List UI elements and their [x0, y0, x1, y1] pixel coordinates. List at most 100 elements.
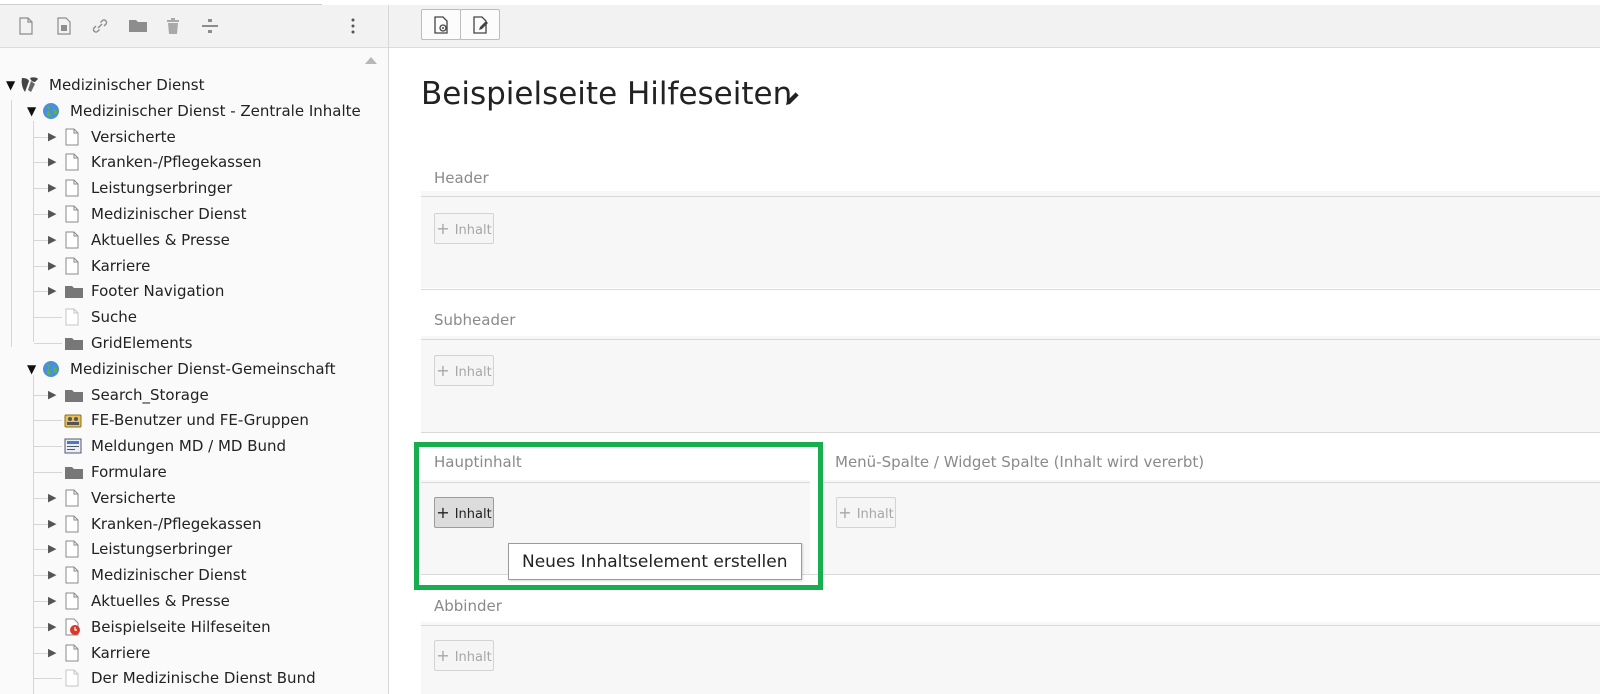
tree-item[interactable]: ▶ Search_Storage	[0, 383, 370, 407]
page-icon	[64, 205, 80, 223]
expand-arrow-icon[interactable]: ▶	[48, 181, 58, 195]
edit-title-pencil-icon[interactable]	[784, 89, 802, 111]
subheader-add-content-button[interactable]: + Inhalt	[434, 355, 494, 386]
tree-line	[34, 343, 62, 344]
tree-item[interactable]: ▶ Aktuelles & Presse	[0, 589, 370, 613]
expand-arrow-icon[interactable]: ▶	[48, 207, 58, 221]
expand-arrow-icon[interactable]: ▶	[48, 233, 58, 247]
tree-line	[34, 678, 62, 680]
header-add-content-button[interactable]: + Inhalt	[434, 213, 494, 244]
typo3-logo-icon	[20, 76, 38, 94]
collapse-arrow-icon[interactable]: ▼	[27, 362, 37, 376]
tree-line	[34, 601, 48, 602]
tree-item[interactable]: ▼ Medizinischer Dienst	[0, 73, 370, 97]
tree-line	[34, 214, 48, 215]
tree-item[interactable]: GridElements	[0, 331, 370, 355]
tree-item[interactable]: Formulare	[0, 460, 370, 484]
tree-line	[34, 575, 48, 577]
tree-item[interactable]: ▶ Versicherte	[0, 486, 370, 510]
edit-page-icon	[473, 16, 488, 34]
more-icon[interactable]	[350, 17, 370, 37]
tree-item[interactable]: ▶ Versicherte	[0, 125, 370, 149]
expand-arrow-icon[interactable]: ▶	[48, 130, 58, 144]
tree-item-label: Formulare	[91, 463, 167, 481]
tree-item[interactable]: ▼ Medizinischer Dienst - Zentrale Inhalte	[0, 99, 370, 123]
collapse-arrow-icon[interactable]: ▼	[6, 78, 16, 92]
column-abbinder	[421, 622, 1600, 694]
tree-line	[34, 394, 48, 396]
expand-arrow-icon[interactable]: ▶	[48, 259, 58, 273]
expand-arrow-icon[interactable]: ▶	[48, 620, 58, 634]
tree-item[interactable]: ▶ Footer Navigation	[0, 279, 370, 303]
tree-item[interactable]: ▶ Kranken-/Pflegekassen	[0, 512, 370, 536]
tree-item-label: Medizinischer Dienst	[91, 205, 247, 223]
column-subheader	[421, 336, 1600, 432]
menu-add-content-button[interactable]: + Inhalt	[836, 497, 896, 528]
divider-icon[interactable]	[200, 17, 220, 37]
tree-line	[34, 291, 48, 293]
tree-line	[34, 239, 48, 241]
new-page-icon[interactable]	[18, 17, 38, 37]
page-tree-panel: ▼ Medizinischer Dienst ▼ Medizinischer Dien…	[0, 5, 389, 694]
trash-icon[interactable]	[165, 17, 185, 37]
abbinder-add-content-button[interactable]: + Inhalt	[434, 640, 494, 671]
tree-item[interactable]: ▶ Leistungserbringer	[0, 176, 370, 200]
tree-item[interactable]: ▶ Kranken-/Pflegekassen	[0, 150, 370, 174]
expand-arrow-icon[interactable]: ▶	[48, 542, 58, 556]
page-icon	[64, 669, 80, 687]
tree-item[interactable]: Meldungen MD / MD Bund	[0, 434, 370, 458]
expand-arrow-icon[interactable]: ▶	[48, 646, 58, 660]
tree-item-label: Versicherte	[91, 488, 176, 507]
tree-item-label: Footer Navigation	[91, 282, 225, 301]
tree-item[interactable]: ▶ Medizinischer Dienst	[0, 563, 370, 587]
page-icon	[64, 231, 80, 249]
tree-item[interactable]: ▶ Beispielseite Hilfeseiten	[0, 615, 370, 639]
expand-arrow-icon[interactable]: ▶	[48, 491, 58, 505]
tree-item[interactable]: ▶ Aktuelles & Presse	[0, 228, 370, 252]
tree-line	[34, 626, 48, 628]
tree-item-label: Medizinischer Dienst - Zentrale Inhalte	[70, 101, 361, 120]
tree-item-label: Versicherte	[91, 127, 176, 146]
column-divider	[421, 339, 1600, 340]
expand-arrow-icon[interactable]: ▶	[48, 594, 58, 608]
tree-item[interactable]: Der Medizinische Dienst Bund	[0, 666, 370, 690]
module-toolbar	[389, 5, 1600, 48]
expand-arrow-icon[interactable]: ▶	[48, 388, 58, 402]
page-icon	[64, 566, 80, 584]
edit-page-button[interactable]	[460, 9, 500, 40]
tree-item-label: Aktuelles & Presse	[91, 230, 230, 249]
link-icon[interactable]	[91, 17, 111, 37]
expand-arrow-icon[interactable]: ▶	[48, 568, 58, 582]
tree-item-label: Karriere	[91, 256, 151, 275]
page-icon	[64, 644, 80, 662]
expand-arrow-icon[interactable]: ▶	[48, 284, 58, 298]
expand-arrow-icon[interactable]: ▶	[48, 155, 58, 169]
tree-item[interactable]: Suche	[0, 305, 370, 329]
globe-icon	[42, 102, 59, 120]
tree-line	[34, 162, 48, 164]
tree-line	[34, 472, 62, 473]
tree-item[interactable]: ▶ Medizinischer Dienst	[0, 202, 370, 226]
folder-icon	[64, 282, 83, 300]
tree-item[interactable]: ▼ Medizinischer Dienst-Gemeinschaft	[0, 357, 370, 381]
page-icon	[64, 540, 80, 558]
column-subheader-title: Subheader	[434, 311, 516, 329]
collapse-arrow-icon[interactable]: ▼	[27, 104, 37, 118]
tree-item[interactable]: ▶ Karriere	[0, 254, 370, 278]
expand-arrow-icon[interactable]: ▶	[48, 517, 58, 531]
page-title: Beispielseite Hilfeseiten	[421, 76, 793, 112]
tree-item[interactable]: ▶ Leistungserbringer	[0, 537, 370, 561]
folder-icon[interactable]	[128, 17, 148, 37]
column-menu	[823, 480, 1600, 574]
page-icon	[64, 489, 80, 507]
tree-line	[34, 497, 48, 499]
page-tree-toolbar	[0, 5, 388, 48]
tree-line	[34, 420, 62, 422]
add-content-tooltip: Neues Inhaltselement erstellen	[508, 543, 802, 580]
column-divider	[823, 482, 1600, 483]
tree-item[interactable]: FE-Benutzer und FE-Gruppen	[0, 408, 370, 432]
new-page-inside-icon[interactable]	[56, 17, 76, 37]
scroll-up-arrow[interactable]	[365, 57, 377, 64]
tree-item[interactable]: ▶ Karriere	[0, 641, 370, 665]
view-page-button[interactable]	[421, 9, 461, 40]
